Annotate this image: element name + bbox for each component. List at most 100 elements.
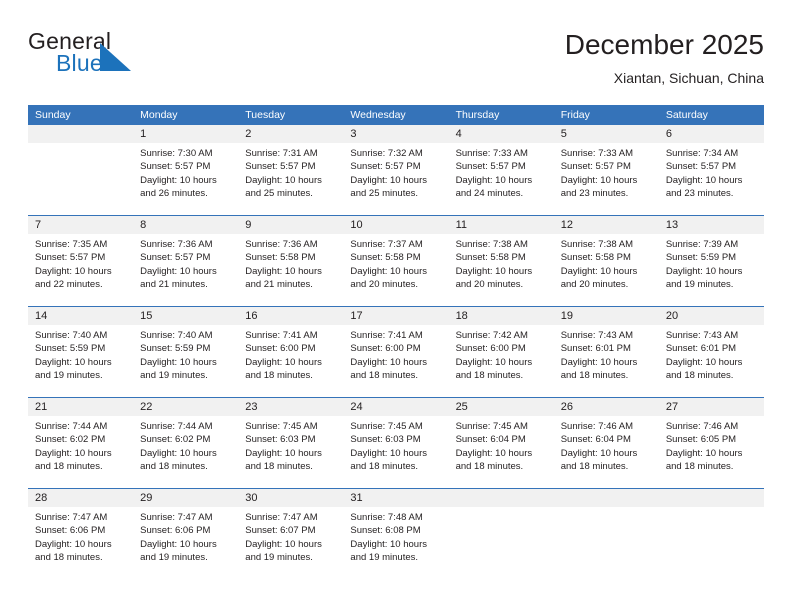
daylight-duration-line1: Daylight: 10 hours bbox=[140, 265, 217, 277]
daylight-duration-line2: and 23 minutes. bbox=[560, 188, 629, 200]
day-details: Sunrise: 7:31 AM Sunset: 5:57 PM Daylight:… bbox=[238, 143, 343, 201]
daylight-duration-line1: Daylight: 10 hours bbox=[350, 174, 427, 186]
sunrise-time: Sunrise: 7:44 AM bbox=[140, 421, 213, 432]
day-number bbox=[28, 125, 134, 143]
calendar-day-cell[interactable]: 23 Sunrise: 7:45 AM Sunset: 6:03 PM Dayligh… bbox=[238, 397, 344, 489]
daylight-duration-line2: and 21 minutes. bbox=[140, 279, 208, 291]
day-number: 12 bbox=[553, 216, 659, 234]
day-number: 11 bbox=[448, 216, 554, 234]
calendar-day-cell[interactable]: 11 Sunrise: 7:38 AM Sunset: 5:58 PM Dayligh… bbox=[448, 215, 554, 307]
day-number: 2 bbox=[238, 125, 344, 143]
sunset-time: Sunset: 6:06 PM bbox=[35, 525, 106, 537]
calendar-week-row: 28 Sunrise: 7:47 AM Sunset: 6:06 PM Dayligh… bbox=[28, 488, 764, 579]
calendar-day-cell[interactable]: 10 Sunrise: 7:37 AM Sunset: 5:58 PM Dayligh… bbox=[343, 215, 449, 307]
sunrise-time: Sunrise: 7:35 AM bbox=[35, 239, 108, 250]
sunset-time: Sunset: 6:02 PM bbox=[35, 434, 106, 446]
day-number bbox=[658, 489, 764, 507]
calendar-day-cell[interactable]: 27 Sunrise: 7:46 AM Sunset: 6:05 PM Dayligh… bbox=[658, 397, 764, 489]
daylight-duration-line2: and 18 minutes. bbox=[560, 461, 629, 473]
day-details: Sunrise: 7:43 AM Sunset: 6:01 PM Daylight:… bbox=[659, 325, 764, 383]
daylight-duration-line1: Daylight: 10 hours bbox=[665, 447, 743, 459]
calendar-day-cell[interactable]: 12 Sunrise: 7:38 AM Sunset: 5:58 PM Dayligh… bbox=[553, 215, 659, 307]
calendar-day-cell[interactable]: 2 Sunrise: 7:31 AM Sunset: 5:57 PM Daylight… bbox=[238, 125, 344, 216]
day-number: 10 bbox=[343, 216, 449, 234]
calendar-day-cell[interactable]: 18 Sunrise: 7:42 AM Sunset: 6:00 PM Dayligh… bbox=[448, 306, 554, 398]
sunrise-time: Sunrise: 7:45 AM bbox=[455, 421, 528, 432]
daylight-duration-line1: Daylight: 10 hours bbox=[140, 447, 217, 459]
calendar-day-cell[interactable]: 21 Sunrise: 7:44 AM Sunset: 6:02 PM Dayligh… bbox=[28, 397, 134, 489]
calendar-day-cell[interactable]: 30 Sunrise: 7:47 AM Sunset: 6:07 PM Dayligh… bbox=[238, 488, 344, 579]
calendar-day-cell[interactable]: 19 Sunrise: 7:43 AM Sunset: 6:01 PM Dayligh… bbox=[553, 306, 659, 398]
daylight-duration-line1: Daylight: 10 hours bbox=[35, 538, 112, 550]
calendar-day-cell-empty bbox=[553, 488, 659, 579]
sunrise-time: Sunrise: 7:40 AM bbox=[35, 330, 108, 341]
daylight-duration-line2: and 21 minutes. bbox=[245, 279, 313, 291]
calendar-day-cell[interactable]: 3 Sunrise: 7:32 AM Sunset: 5:57 PM Daylight… bbox=[343, 125, 449, 216]
sunrise-time: Sunrise: 7:47 AM bbox=[140, 512, 213, 523]
calendar-week-row: 21 Sunrise: 7:44 AM Sunset: 6:02 PM Dayligh… bbox=[28, 397, 764, 489]
brand-logo[interactable]: General Blue bbox=[28, 28, 148, 86]
sunset-time: Sunset: 6:02 PM bbox=[140, 434, 211, 446]
calendar-day-cell[interactable]: 17 Sunrise: 7:41 AM Sunset: 6:00 PM Dayligh… bbox=[343, 306, 449, 398]
sunrise-time: Sunrise: 7:47 AM bbox=[245, 512, 318, 523]
day-details: Sunrise: 7:30 AM Sunset: 5:57 PM Daylight:… bbox=[133, 143, 238, 201]
calendar-day-cell[interactable]: 8 Sunrise: 7:36 AM Sunset: 5:57 PM Daylight… bbox=[133, 215, 239, 307]
daylight-duration-line2: and 18 minutes. bbox=[455, 461, 524, 473]
sunset-time: Sunset: 5:58 PM bbox=[455, 252, 526, 264]
day-details: Sunrise: 7:32 AM Sunset: 5:57 PM Daylight:… bbox=[343, 143, 448, 201]
day-details: Sunrise: 7:46 AM Sunset: 6:05 PM Daylight:… bbox=[659, 416, 764, 474]
daylight-duration-line2: and 18 minutes. bbox=[350, 370, 419, 382]
day-details: Sunrise: 7:38 AM Sunset: 5:58 PM Daylight:… bbox=[554, 234, 659, 292]
sunrise-time: Sunrise: 7:33 AM bbox=[455, 148, 528, 159]
sunset-time: Sunset: 6:00 PM bbox=[245, 343, 316, 355]
sunset-time: Sunset: 6:00 PM bbox=[455, 343, 526, 355]
sunrise-time: Sunrise: 7:30 AM bbox=[140, 148, 213, 159]
daylight-duration-line2: and 23 minutes. bbox=[665, 188, 734, 200]
sunrise-time: Sunrise: 7:41 AM bbox=[350, 330, 423, 341]
calendar-day-cell[interactable]: 6 Sunrise: 7:34 AM Sunset: 5:57 PM Daylight… bbox=[658, 125, 764, 216]
day-number: 6 bbox=[658, 125, 764, 143]
calendar-day-cell[interactable]: 25 Sunrise: 7:45 AM Sunset: 6:04 PM Dayligh… bbox=[448, 397, 554, 489]
calendar-day-cell[interactable]: 15 Sunrise: 7:40 AM Sunset: 5:59 PM Dayligh… bbox=[133, 306, 239, 398]
calendar-day-cell[interactable]: 13 Sunrise: 7:39 AM Sunset: 5:59 PM Dayligh… bbox=[658, 215, 764, 307]
day-number: 1 bbox=[133, 125, 239, 143]
sunrise-time: Sunrise: 7:38 AM bbox=[560, 239, 634, 250]
brand-name-blue: Blue bbox=[56, 50, 103, 76]
calendar-day-cell[interactable]: 20 Sunrise: 7:43 AM Sunset: 6:01 PM Dayligh… bbox=[658, 306, 764, 398]
sunset-time: Sunset: 5:58 PM bbox=[350, 252, 421, 264]
calendar-day-cell-empty bbox=[448, 488, 554, 579]
daylight-duration-line2: and 25 minutes. bbox=[350, 188, 419, 200]
day-details: Sunrise: 7:44 AM Sunset: 6:02 PM Daylight:… bbox=[133, 416, 238, 474]
calendar-day-cell[interactable]: 22 Sunrise: 7:44 AM Sunset: 6:02 PM Dayligh… bbox=[133, 397, 239, 489]
daylight-duration-line2: and 22 minutes. bbox=[35, 279, 103, 291]
day-number bbox=[448, 489, 554, 507]
sunrise-time: Sunrise: 7:42 AM bbox=[455, 330, 528, 341]
calendar-day-cell[interactable]: 16 Sunrise: 7:41 AM Sunset: 6:00 PM Dayligh… bbox=[238, 306, 344, 398]
weekday-header-thursday: Thursday bbox=[448, 105, 554, 125]
day-details: Sunrise: 7:33 AM Sunset: 5:57 PM Daylight:… bbox=[554, 143, 659, 201]
calendar-day-cell[interactable]: 14 Sunrise: 7:40 AM Sunset: 5:59 PM Dayligh… bbox=[28, 306, 134, 398]
calendar-day-cell[interactable]: 7 Sunrise: 7:35 AM Sunset: 5:57 PM Daylight… bbox=[28, 215, 134, 307]
day-details: Sunrise: 7:39 AM Sunset: 5:59 PM Daylight:… bbox=[659, 234, 764, 292]
calendar-day-cell[interactable]: 31 Sunrise: 7:48 AM Sunset: 6:08 PM Dayligh… bbox=[343, 488, 449, 579]
calendar-day-cell[interactable]: 24 Sunrise: 7:45 AM Sunset: 6:03 PM Dayligh… bbox=[343, 397, 449, 489]
calendar-table: Sunday Monday Tuesday Wednesday Thursday… bbox=[28, 105, 764, 579]
calendar-day-cell[interactable]: 29 Sunrise: 7:47 AM Sunset: 6:06 PM Dayligh… bbox=[133, 488, 239, 579]
sunrise-time: Sunrise: 7:37 AM bbox=[350, 239, 423, 250]
sunrise-time: Sunrise: 7:41 AM bbox=[245, 330, 318, 341]
daylight-duration-line1: Daylight: 10 hours bbox=[455, 356, 533, 368]
daylight-duration-line1: Daylight: 10 hours bbox=[245, 265, 322, 277]
calendar-day-cell[interactable]: 28 Sunrise: 7:47 AM Sunset: 6:06 PM Dayligh… bbox=[28, 488, 134, 579]
calendar-day-cell[interactable]: 5 Sunrise: 7:33 AM Sunset: 5:57 PM Daylight… bbox=[553, 125, 659, 216]
calendar-day-cell[interactable]: 4 Sunrise: 7:33 AM Sunset: 5:57 PM Daylight… bbox=[448, 125, 554, 216]
sunrise-time: Sunrise: 7:34 AM bbox=[665, 148, 739, 159]
sunrise-time: Sunrise: 7:33 AM bbox=[560, 148, 634, 159]
calendar-day-cell-empty bbox=[658, 488, 764, 579]
daylight-duration-line1: Daylight: 10 hours bbox=[350, 265, 427, 277]
calendar-day-cell-empty bbox=[28, 125, 134, 216]
calendar-day-cell[interactable]: 26 Sunrise: 7:46 AM Sunset: 6:04 PM Dayligh… bbox=[553, 397, 659, 489]
weekday-header-tuesday: Tuesday bbox=[238, 105, 344, 125]
calendar-day-cell[interactable]: 9 Sunrise: 7:36 AM Sunset: 5:58 PM Daylight… bbox=[238, 215, 344, 307]
weekday-header-saturday: Saturday bbox=[658, 105, 764, 125]
calendar-day-cell[interactable]: 1 Sunrise: 7:30 AM Sunset: 5:57 PM Daylight… bbox=[133, 125, 239, 216]
